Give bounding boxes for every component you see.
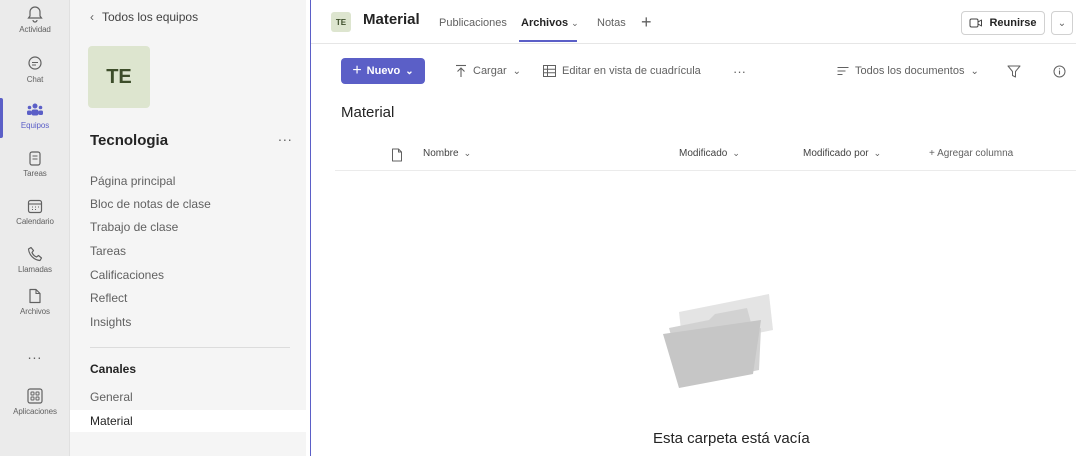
chevron-left-icon: ‹ [90, 10, 94, 24]
nav-insights[interactable]: Insights [70, 311, 306, 333]
new-button-label: Nuevo [366, 65, 401, 77]
empty-folder-icon [663, 294, 773, 388]
empty-folder-message: Esta carpeta está vacía [653, 430, 810, 447]
filter-lines-icon [837, 67, 849, 75]
plus-icon: + [352, 62, 362, 79]
meet-dropdown-chevron-icon[interactable]: ⌄ [1051, 11, 1073, 35]
rail-files-label: Archivos [20, 307, 50, 316]
tab-files[interactable]: Archivos ⌄ [521, 17, 579, 29]
chevron-down-icon: ⌄ [463, 148, 472, 158]
chevron-down-icon: ⌄ [873, 148, 882, 158]
rail-calendar-label: Calendario [16, 217, 54, 226]
tab-posts[interactable]: Publicaciones [439, 17, 507, 29]
channel-general[interactable]: General [70, 386, 306, 408]
back-to-teams-link[interactable]: ‹ Todos los equipos [90, 10, 198, 24]
rail-chat-label: Chat [26, 75, 44, 84]
team-avatar: TE [88, 46, 150, 108]
phone-icon [27, 246, 43, 262]
file-type-column[interactable] [391, 148, 403, 162]
nav-classwork[interactable]: Trabajo de clase [70, 216, 306, 238]
app-rail: Actividad Chat Equipos Tareas Calendario… [0, 0, 70, 456]
video-camera-icon [969, 18, 983, 28]
team-panel: ‹ Todos los equipos TE Tecnologia ... Pá… [70, 0, 306, 456]
new-button[interactable]: + Nuevo ⌄ [341, 58, 425, 84]
rail-chat[interactable]: Chat [0, 50, 70, 98]
rail-apps[interactable]: Aplicaciones [0, 382, 70, 430]
channel-title: Material [363, 11, 420, 28]
chat-icon [28, 56, 42, 70]
meet-button-label: Reunirse [989, 17, 1037, 29]
channels-header: Canales [90, 362, 137, 376]
channel-badge: TE [331, 12, 351, 32]
column-name-label: Nombre [423, 148, 459, 159]
column-modified-by-label: Modificado por [803, 148, 869, 159]
chevron-down-icon: ⌄ [732, 148, 740, 158]
rail-activity-label: Actividad [19, 25, 51, 34]
header-divider [335, 170, 1076, 171]
bell-icon [27, 6, 43, 23]
rail-assignments[interactable]: Tareas [0, 144, 70, 192]
grid-edit-button[interactable]: Editar en vista de cuadrícula [543, 58, 701, 84]
info-button[interactable] [1053, 58, 1066, 84]
filter-button[interactable] [1007, 58, 1021, 84]
divider [90, 347, 290, 348]
toolbar-more-button[interactable]: ··· [733, 58, 746, 84]
chevron-down-icon: ⌄ [571, 18, 579, 28]
grid-icon [543, 65, 556, 77]
folder-title: Material [341, 104, 395, 121]
chevron-down-icon: ⌄ [405, 65, 414, 77]
grid-edit-label: Editar en vista de cuadrícula [562, 65, 701, 77]
tab-notes[interactable]: Notas [597, 17, 626, 29]
filter-icon [1007, 65, 1021, 77]
view-selector-label: Todos los documentos [855, 65, 965, 77]
rail-teams-label: Equipos [20, 121, 50, 130]
chevron-down-icon: ⌄ [970, 65, 979, 77]
main-content: TE Material Publicaciones Archivos ⌄ Not… [310, 0, 1076, 456]
nav-home[interactable]: Página principal [70, 170, 306, 192]
column-name[interactable]: Nombre ⌄ [423, 148, 471, 159]
column-modified-label: Modificado [679, 148, 728, 159]
team-more-options[interactable]: ... [278, 128, 293, 144]
rail-calendar[interactable]: Calendario [0, 192, 70, 240]
info-icon [1053, 65, 1066, 77]
channel-header: TE Material Publicaciones Archivos ⌄ Not… [311, 0, 1076, 44]
upload-label: Cargar [473, 65, 507, 77]
nav-grades[interactable]: Calificaciones [70, 264, 306, 286]
rail-apps-label: Aplicaciones [13, 407, 57, 416]
rail-more-apps[interactable]: ... [0, 346, 70, 362]
active-tab-indicator [519, 40, 577, 42]
rail-activity[interactable]: Actividad [0, 0, 70, 48]
add-column-button[interactable]: + Agregar columna [929, 148, 1013, 159]
nav-assignments[interactable]: Tareas [70, 240, 306, 262]
add-tab-plus-icon[interactable]: + [641, 12, 652, 33]
teams-icon [27, 103, 43, 116]
view-selector[interactable]: Todos los documentos ⌄ [837, 58, 979, 84]
upload-icon [456, 64, 466, 77]
meet-button[interactable]: Reunirse [961, 11, 1045, 35]
rail-calls-label: Llamadas [18, 265, 52, 274]
upload-button[interactable]: Cargar ⌄ [455, 58, 521, 84]
assignments-icon [29, 151, 41, 166]
nav-class-notebook[interactable]: Bloc de notas de clase [70, 193, 306, 215]
file-icon [29, 288, 41, 304]
chevron-down-icon: ⌄ [512, 65, 522, 77]
rail-assignments-label: Tareas [23, 169, 47, 178]
nav-reflect[interactable]: Reflect [70, 287, 306, 309]
tab-files-label: Archivos [521, 17, 569, 29]
channel-material[interactable]: Material [70, 410, 306, 432]
team-name: Tecnologia [90, 132, 169, 149]
rail-files[interactable]: Archivos [0, 282, 70, 330]
apps-icon [27, 388, 43, 404]
column-modified-by[interactable]: Modificado por ⌄ [803, 148, 881, 159]
back-link-label: Todos los equipos [102, 10, 199, 24]
document-icon [392, 148, 402, 162]
calendar-icon [27, 199, 43, 214]
rail-calls[interactable]: Llamadas [0, 240, 70, 288]
column-modified[interactable]: Modificado ⌄ [679, 148, 740, 159]
rail-teams[interactable]: Equipos [0, 96, 70, 144]
